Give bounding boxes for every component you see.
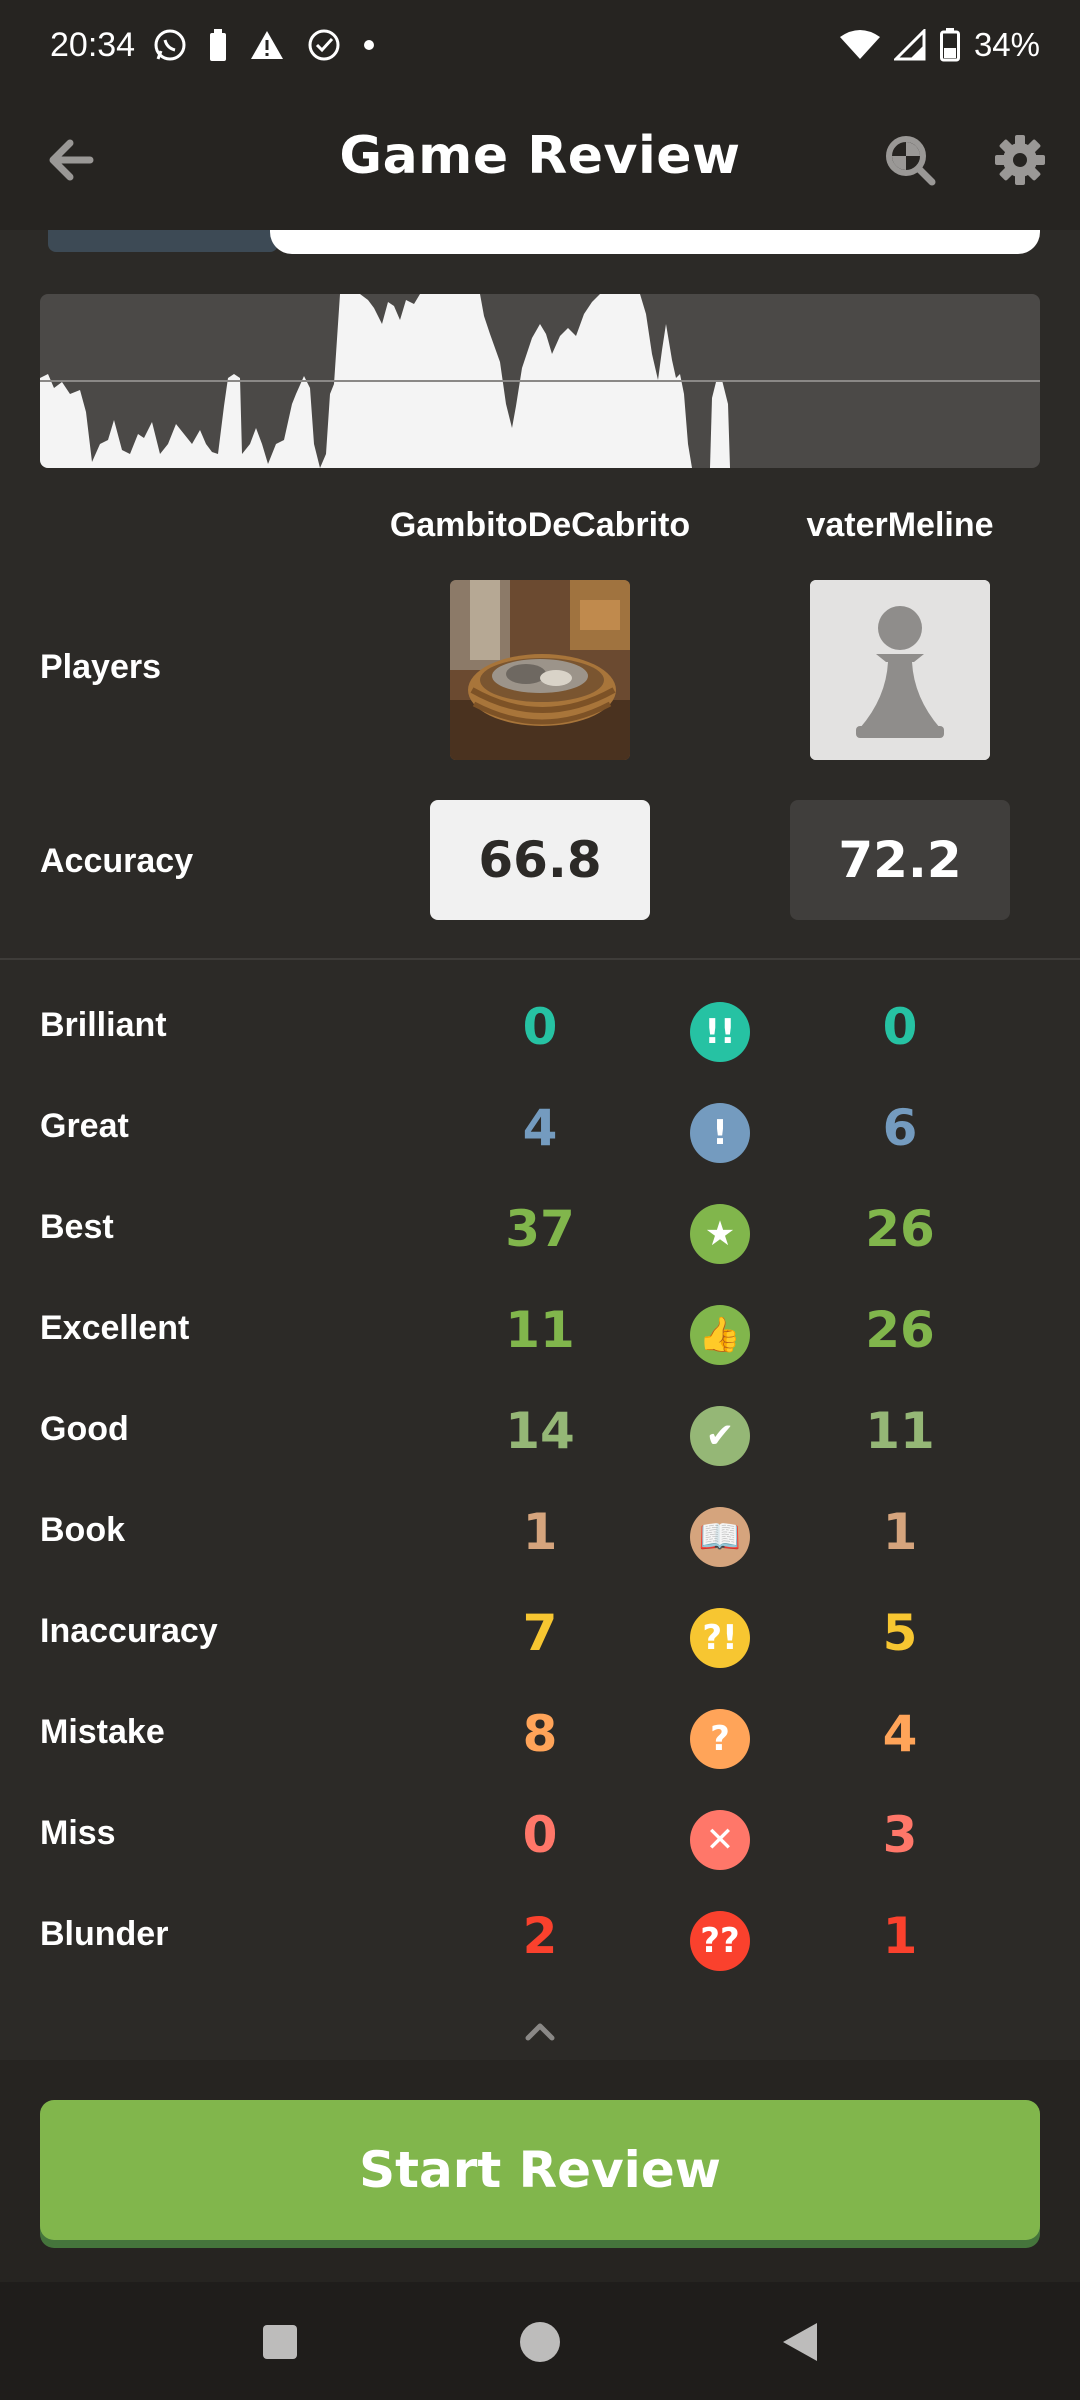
white-accuracy: 66.8 [430,800,650,920]
black-stat-count: 6 [882,1099,918,1157]
stat-row-blunder[interactable]: Blunder 2?? 1 [0,1889,1080,1989]
stat-row-excellent[interactable]: Excellent 11 👍 26 [0,1283,1080,1383]
great-icon: ! [690,1103,750,1163]
mistake-icon: ? [690,1709,750,1769]
home-circle-icon [520,2322,560,2362]
evaluation-graph-area [40,294,1040,468]
black-stat-count: 1 [882,1503,918,1561]
black-player-name[interactable]: vaterMeline [720,506,1080,545]
stat-row-best[interactable]: Best 37 ★ 26 [0,1182,1080,1282]
stat-row-mistake[interactable]: Mistake 8? 4 [0,1687,1080,1787]
settings-button[interactable] [992,132,1048,188]
excellent-thumbs-up-icon: 👍 [690,1305,750,1365]
stat-label: Mistake [40,1713,165,1751]
black-stat-count: 1 [882,1907,918,1965]
status-bar: 20:34 34% [0,0,1080,90]
system-nav-bar [0,2282,1080,2400]
stat-label: Good [40,1410,129,1448]
whatsapp-icon [153,28,187,62]
good-check-icon: ✔ [690,1406,750,1466]
stat-row-book[interactable]: Book 1 📖 1 [0,1485,1080,1585]
players-label: Players [40,648,161,686]
black-stat-count: 0 [882,998,918,1056]
miss-x-icon: ✕ [690,1810,750,1870]
recent-apps-button[interactable] [250,2312,310,2372]
stat-label: Best [40,1208,114,1246]
section-divider [0,958,1080,960]
pawn-placeholder [810,580,990,760]
system-back-button[interactable] [770,2312,830,2372]
inaccuracy-icon: ?! [690,1608,750,1668]
stat-row-good[interactable]: Good 14 ✔ 11 [0,1384,1080,1484]
white-stat-count: 14 [505,1402,575,1460]
white-stat-count: 37 [505,1200,575,1258]
black-stat-count: 5 [882,1604,918,1662]
best-star-icon: ★ [690,1204,750,1264]
wifi-icon [839,29,880,61]
status-time: 20:34 [50,25,136,64]
stat-label: Great [40,1107,129,1145]
white-stat-count: 0 [522,1806,558,1864]
stat-row-inaccuracy[interactable]: Inaccuracy 7?! 5 [0,1586,1080,1686]
start-review-button[interactable]: Start Review [40,2100,1040,2240]
chevron-up-icon [525,2023,555,2041]
stat-label: Blunder [40,1915,169,1953]
black-stat-count: 26 [865,1301,935,1359]
collapse-button[interactable] [524,2016,556,2048]
black-player-avatar[interactable] [810,580,990,760]
brilliant-icon: !! [690,1002,750,1062]
recent-apps-square-icon [263,2325,297,2359]
white-stat-count: 0 [522,998,558,1056]
home-button[interactable] [510,2312,570,2372]
battery-icon [939,28,960,62]
black-stat-count: 3 [882,1806,918,1864]
settings-gear-icon [995,135,1045,185]
white-player-avatar[interactable] [450,580,630,760]
white-stat-count: 7 [522,1604,558,1662]
stat-row-miss[interactable]: Miss 0 ✕ 3 [0,1788,1080,1888]
analysis-search-icon [886,136,936,186]
white-player-name[interactable]: GambitoDeCabrito [360,506,720,545]
battery-percent: 34% [973,26,1040,63]
white-stat-count: 1 [522,1503,558,1561]
stat-label: Excellent [40,1309,190,1347]
dot-icon [363,39,375,51]
check-circle-icon [307,28,341,62]
book-icon: 📖 [690,1507,750,1567]
back-triangle-icon [783,2323,817,2361]
analysis-search-button[interactable] [882,132,938,188]
stat-label: Brilliant [40,1006,167,1044]
partial-player-avatar [48,230,278,252]
warning-icon [249,29,285,61]
black-accuracy: 72.2 [790,800,1010,920]
black-stat-count: 4 [882,1705,918,1763]
cat-in-basket-photo [450,580,630,760]
accuracy-label: Accuracy [40,842,194,880]
white-stat-count: 8 [522,1705,558,1763]
battery-saver-icon [209,29,227,61]
white-stat-count: 2 [522,1907,558,1965]
app-header: Game Review [0,90,1080,230]
signal-icon [893,29,926,61]
stat-label: Miss [40,1814,116,1852]
blunder-icon: ?? [690,1911,750,1971]
white-stat-count: 4 [522,1099,558,1157]
stat-label: Book [40,1511,125,1549]
black-stat-count: 26 [865,1200,935,1258]
evaluation-graph[interactable] [40,294,1040,468]
black-stat-count: 11 [865,1402,935,1460]
partial-coach-bubble [270,230,1040,254]
stat-label: Inaccuracy [40,1612,218,1650]
white-stat-count: 11 [505,1301,575,1359]
stat-row-great[interactable]: Great 4! 6 [0,1081,1080,1181]
stat-row-brilliant[interactable]: Brilliant 0!! 0 [0,980,1080,1080]
